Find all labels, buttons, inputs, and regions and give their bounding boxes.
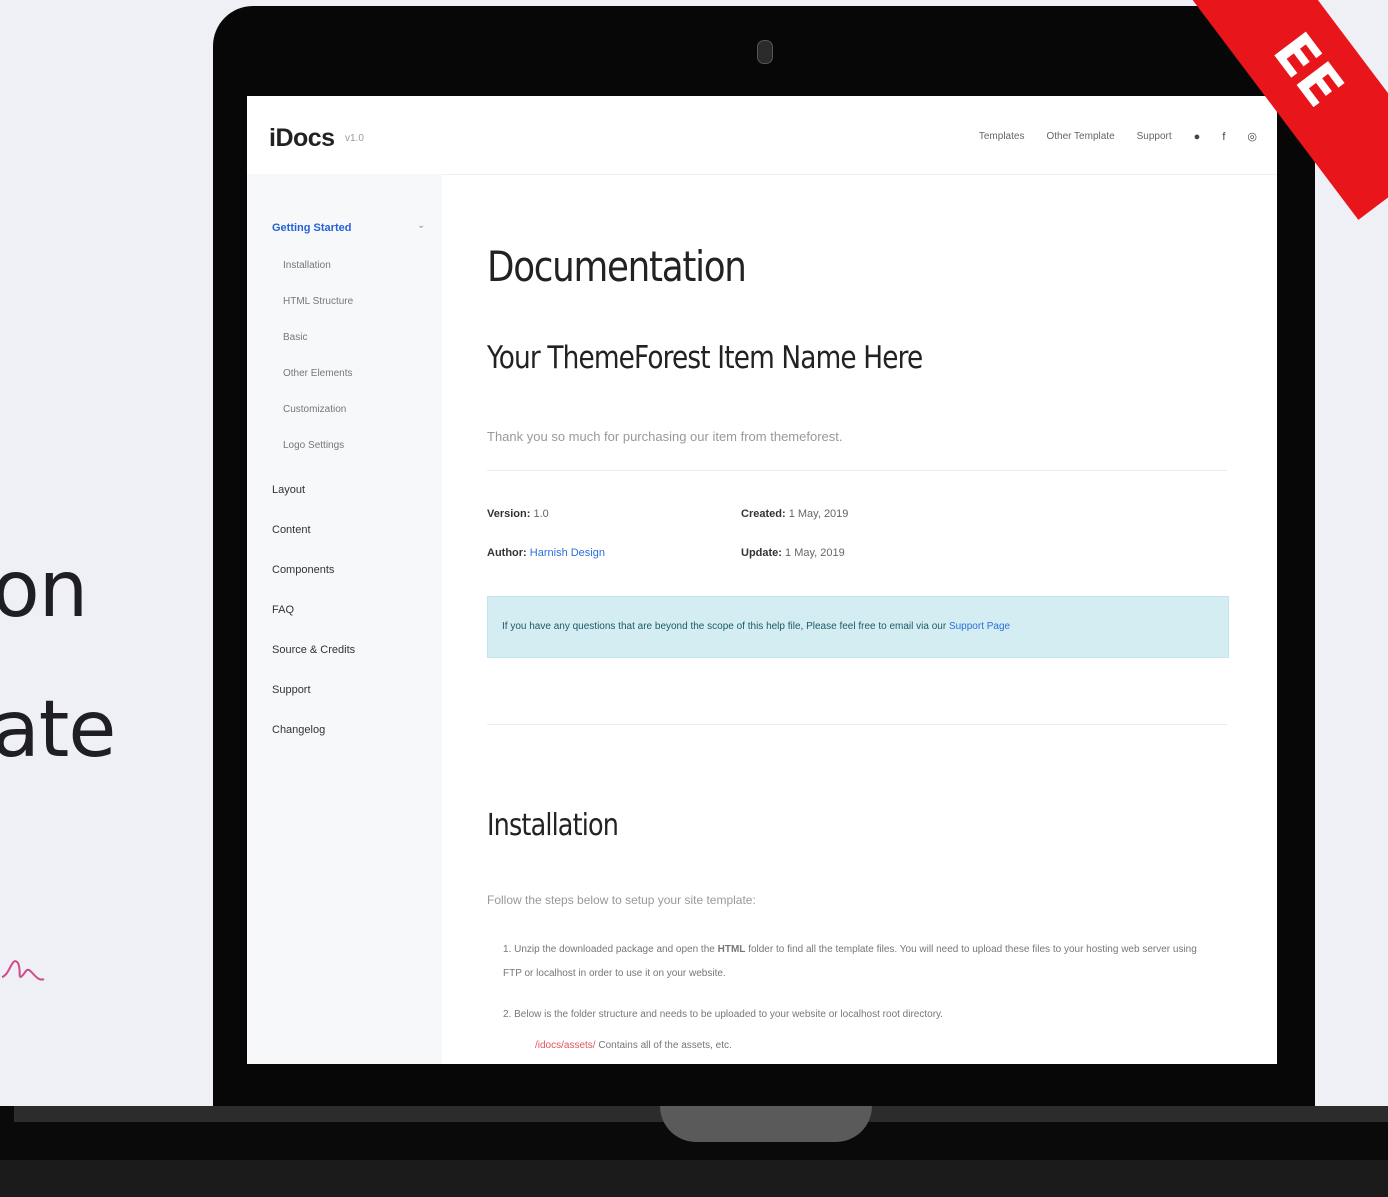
meta-version-value: 1.0 xyxy=(533,508,549,520)
meta-update-label: Update: xyxy=(741,547,782,559)
sidebar-subitem-logo-settings[interactable]: Logo Settings xyxy=(283,440,344,451)
divider xyxy=(487,470,1227,471)
ribbon-container: EE xyxy=(1168,0,1388,260)
corner-ribbon: EE xyxy=(1177,0,1388,220)
sidebar-item-components[interactable]: Components xyxy=(272,564,334,576)
promo-text-line-2: ate xyxy=(0,685,116,775)
sidebar-subitem-other-elements[interactable]: Other Elements xyxy=(283,368,352,379)
sidebar-item-getting-started[interactable]: Getting Started xyxy=(272,222,351,234)
list-item: 1. Unzip the downloaded package and open… xyxy=(503,938,1203,986)
meta-version: Version: 1.0 xyxy=(487,508,549,520)
main-content: Documentation Your ThemeForest Item Name… xyxy=(487,96,1247,1064)
promo-signature-icon xyxy=(1,960,45,981)
meta-author-label: Author: xyxy=(487,547,527,559)
sidebar-item-layout[interactable]: Layout xyxy=(272,484,305,496)
sidebar-subitem-html-structure[interactable]: HTML Structure xyxy=(283,296,353,307)
sidebar: Getting Started ⌄ Installation HTML Stru… xyxy=(247,174,442,1064)
app-version: v1.0 xyxy=(345,133,364,144)
meta-created: Created: 1 May, 2019 xyxy=(741,508,848,520)
app-logo[interactable]: iDocs xyxy=(269,124,335,153)
meta-created-label: Created: xyxy=(741,508,786,520)
list-item: 2. Below is the folder structure and nee… xyxy=(503,1009,944,1020)
sidebar-item-changelog[interactable]: Changelog xyxy=(272,724,325,736)
laptop-base-lip xyxy=(0,1160,1388,1197)
lead-text: Thank you so much for purchasing our ite… xyxy=(487,429,843,444)
list-sub-item: /idocs/assets/ Contains all of the asset… xyxy=(535,1040,732,1051)
installation-intro: Follow the steps below to setup your sit… xyxy=(487,893,756,907)
sidebar-item-support[interactable]: Support xyxy=(272,684,311,696)
sidebar-item-content[interactable]: Content xyxy=(272,524,311,536)
page-title: Documentation xyxy=(487,242,747,291)
sidebar-subitem-installation[interactable]: Installation xyxy=(283,260,331,271)
sidebar-subitem-customization[interactable]: Customization xyxy=(283,404,346,415)
meta-version-label: Version: xyxy=(487,508,531,520)
laptop-camera-icon xyxy=(757,40,773,64)
installation-heading: Installation xyxy=(487,808,619,843)
folder-description: Contains all of the assets, etc. xyxy=(598,1040,732,1051)
divider xyxy=(487,724,1227,725)
meta-update: Update: 1 May, 2019 xyxy=(741,547,845,559)
meta-created-value: 1 May, 2019 xyxy=(788,508,849,520)
item-name-heading: Your ThemeForest Item Name Here xyxy=(487,340,923,376)
meta-update-value: 1 May, 2019 xyxy=(785,547,845,559)
laptop-hinge-notch xyxy=(660,1106,872,1142)
folder-path-code: /idocs/assets/ xyxy=(535,1040,596,1051)
promo-text-line-1: on xyxy=(0,545,88,635)
step1-text-b: HTML xyxy=(717,944,746,955)
chevron-down-icon[interactable]: ⌄ xyxy=(417,220,425,231)
meta-author: Author: Harnish Design xyxy=(487,547,605,559)
sidebar-subitem-basic[interactable]: Basic xyxy=(283,332,307,343)
step1-text-a: 1. Unzip the downloaded package and open… xyxy=(503,944,715,955)
laptop-screen: iDocs v1.0 Templates Other Template Supp… xyxy=(247,96,1277,1064)
info-alert: If you have any questions that are beyon… xyxy=(487,596,1229,658)
alert-text: If you have any questions that are beyon… xyxy=(502,621,947,632)
sidebar-item-faq[interactable]: FAQ xyxy=(272,604,294,616)
sidebar-item-source-credits[interactable]: Source & Credits xyxy=(272,644,355,656)
author-link[interactable]: Harnish Design xyxy=(530,547,605,559)
support-page-link[interactable]: Support Page xyxy=(949,621,1010,632)
